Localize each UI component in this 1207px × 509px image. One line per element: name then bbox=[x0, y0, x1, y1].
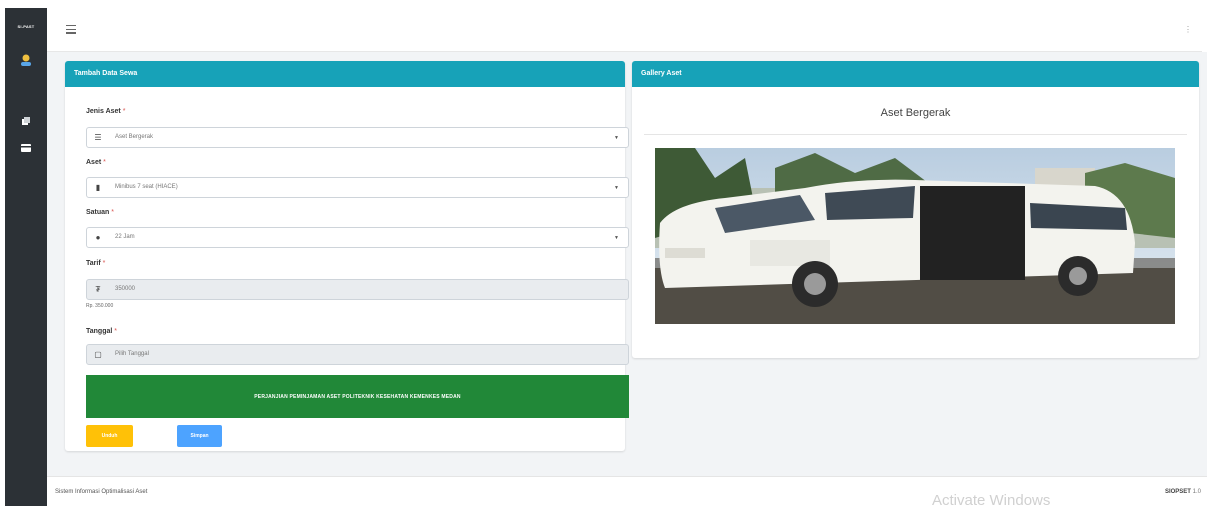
chevron-down-icon: ▼ bbox=[614, 135, 619, 141]
divider bbox=[644, 134, 1187, 135]
footer-text: Sistem Informasi Optimalisasi Aset bbox=[55, 489, 148, 495]
label-satuan: Satuan * bbox=[86, 209, 115, 216]
select-satuan[interactable]: ● 22 Jam ▼ bbox=[86, 227, 629, 248]
download-button[interactable]: Unduh bbox=[86, 425, 133, 447]
input-placeholder: Pilih Tanggal bbox=[115, 351, 149, 357]
input-tanggal[interactable]: ▢ Pilih Tanggal bbox=[86, 344, 629, 365]
clock-icon: ● bbox=[95, 233, 101, 242]
brand-logo[interactable]: SI-PAST bbox=[5, 24, 47, 29]
activate-windows-watermark: Activate Windows bbox=[932, 492, 1051, 509]
card-icon[interactable] bbox=[21, 144, 31, 152]
user-menu-icon[interactable]: ⋮ bbox=[1184, 25, 1192, 35]
footer: Sistem Informasi Optimalisasi Aset Activ… bbox=[47, 476, 1207, 509]
sidebar: SI-PAST bbox=[5, 8, 47, 506]
chevron-down-icon: ▼ bbox=[614, 185, 619, 191]
tarif-hint: Rp. 350.000 bbox=[86, 303, 114, 309]
select-jenis-aset[interactable]: ☰ Aset Bergerak ▼ bbox=[86, 127, 629, 148]
add-rental-card: Tambah Data Sewa Jenis Aset * ☰ Aset Ber… bbox=[65, 61, 629, 451]
user-avatar-icon[interactable] bbox=[19, 53, 33, 67]
input-tarif[interactable]: ₮ 350000 bbox=[86, 279, 629, 300]
footer-version: SIOPSET 1.0 bbox=[1164, 489, 1201, 495]
hamburger-icon[interactable] bbox=[66, 25, 76, 34]
save-button[interactable]: Simpan bbox=[177, 425, 222, 447]
top-navbar: ⋮ bbox=[47, 8, 1202, 52]
folders-icon[interactable] bbox=[22, 117, 30, 125]
label-tarif: Tarif * bbox=[86, 260, 106, 267]
label-jenis-aset: Jenis Aset * bbox=[86, 108, 126, 115]
label-tanggal: Tanggal * bbox=[86, 328, 118, 335]
form-body: Jenis Aset * ☰ Aset Bergerak ▼ Aset * ▮ … bbox=[83, 61, 633, 451]
select-value: 22 Jam bbox=[115, 234, 135, 240]
gallery-card: Gallery Aset Aset Bergerak bbox=[632, 61, 1199, 358]
money-icon: ₮ bbox=[95, 285, 101, 294]
chevron-down-icon: ▼ bbox=[614, 235, 619, 241]
select-value: Aset Bergerak bbox=[115, 134, 154, 140]
asset-photo bbox=[655, 148, 1175, 324]
select-aset[interactable]: ▮ Minibus 7 seat (HIACE) ▼ bbox=[86, 177, 629, 198]
agreement-banner[interactable]: PERJANJIAN PEMINJAMAN ASET POLITEKNIK KE… bbox=[86, 375, 629, 418]
main-content: Tambah Data Sewa Jenis Aset * ☰ Aset Ber… bbox=[47, 52, 1207, 476]
label-aset: Aset * bbox=[86, 159, 106, 166]
select-value: Minibus 7 seat (HIACE) bbox=[115, 184, 178, 190]
input-value: 350000 bbox=[115, 286, 136, 292]
list-icon: ☰ bbox=[94, 133, 102, 142]
building-icon: ▮ bbox=[95, 183, 101, 192]
card-title: Gallery Aset bbox=[632, 61, 1199, 87]
calendar-icon: ▢ bbox=[94, 350, 102, 359]
gallery-title: Aset Bergerak bbox=[880, 107, 951, 119]
